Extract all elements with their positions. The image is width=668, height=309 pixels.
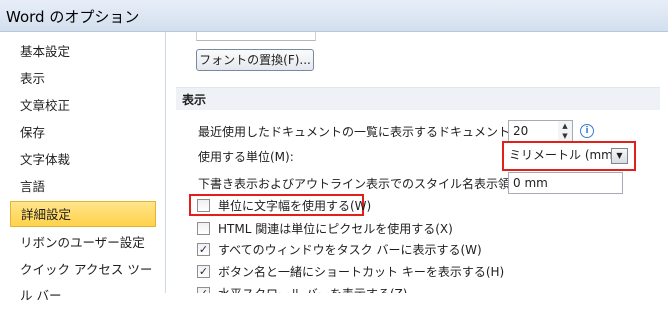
checkbox-hscroll-label[interactable]: 水平スクロール バーを表示する(Z) [218, 285, 407, 293]
units-label: 使用する単位(M): [198, 150, 294, 164]
recent-docs-spinner[interactable]: ▲ ▼ [558, 120, 573, 142]
spin-up-icon[interactable]: ▲ [558, 121, 572, 131]
recent-docs-label: 最近使用したドキュメントの一覧に表示するドキュメントの数(R): [198, 125, 556, 139]
recent-docs-input[interactable]: 20 [508, 120, 559, 142]
checkbox-hscroll[interactable]: ✓ [197, 287, 210, 293]
sidebar-item-display[interactable]: 表示 [10, 66, 156, 92]
sidebar-item-label: 詳細設定 [21, 207, 72, 222]
sidebar-item-label: 文章校正 [20, 98, 71, 113]
sidebar-item-label: 基本設定 [20, 44, 71, 59]
sidebar-item-label: クイック アクセス ツール バー [20, 262, 153, 303]
checkbox-shortcut-keys[interactable]: ✓ [197, 265, 210, 278]
chevron-down-icon[interactable]: ▼ [611, 148, 628, 164]
sidebar-item-label: 保存 [20, 125, 46, 140]
checkbox-shortcut-keys-label[interactable]: ボタン名と一緒にショートカット キーを表示する(H) [218, 263, 504, 280]
sidebar: 基本設定 表示 文章校正 保存 文字体裁 言語 詳細設定 リボンのユーザー設定 … [0, 32, 166, 303]
checkbox-html-pixels-label[interactable]: HTML 関連は単位にピクセルを使用する(X) [218, 220, 453, 237]
sidebar-item-basic[interactable]: 基本設定 [10, 39, 156, 65]
font-replace-button[interactable]: フォントの置換(F)... [196, 49, 314, 71]
sidebar-item-ribbon[interactable]: リボンのユーザー設定 [10, 230, 156, 256]
cropped-control-edge [196, 32, 316, 41]
section-header-display: 表示 [176, 87, 660, 110]
window-title: Word のオプション [6, 8, 140, 26]
sidebar-item-label: 文字体裁 [20, 152, 71, 167]
sidebar-item-quick-access[interactable]: クイック アクセス ツール バー [10, 257, 156, 303]
section-title: 表示 [182, 93, 207, 107]
info-icon: i [580, 124, 594, 138]
sidebar-item-language[interactable]: 言語 [10, 174, 156, 200]
style-area-label: 下書き表示およびアウトライン表示でのスタイル名表示領域(E): [198, 177, 543, 191]
spin-down-icon[interactable]: ▼ [558, 131, 572, 141]
sidebar-item-typography[interactable]: 文字体裁 [10, 147, 156, 173]
units-select[interactable]: ミリメートル (mm) ▼ [506, 145, 632, 168]
sidebar-item-label: 表示 [20, 71, 46, 86]
checkbox-taskbar-label[interactable]: すべてのウィンドウをタスク バーに表示する(W) [218, 241, 482, 258]
checkbox-taskbar[interactable]: ✓ [197, 243, 210, 256]
title-bar: Word のオプション [0, 0, 668, 32]
style-area-input[interactable]: 0 mm [508, 172, 623, 194]
sidebar-item-label: リボンのユーザー設定 [20, 235, 145, 250]
sidebar-item-proofing[interactable]: 文章校正 [10, 93, 156, 119]
sidebar-item-label: 言語 [20, 179, 46, 194]
checkbox-html-pixels[interactable] [197, 222, 210, 235]
checkbox-char-width-label[interactable]: 単位に文字幅を使用する(W) [218, 197, 371, 214]
checkbox-char-width[interactable] [197, 199, 210, 212]
sidebar-item-advanced[interactable]: 詳細設定 [10, 201, 156, 227]
units-select-value: ミリメートル (mm) [509, 148, 618, 162]
sidebar-item-save[interactable]: 保存 [10, 120, 156, 146]
options-panel: フォントの置換(F)... 表示 最近使用したドキュメントの一覧に表示するドキュ… [166, 32, 668, 293]
